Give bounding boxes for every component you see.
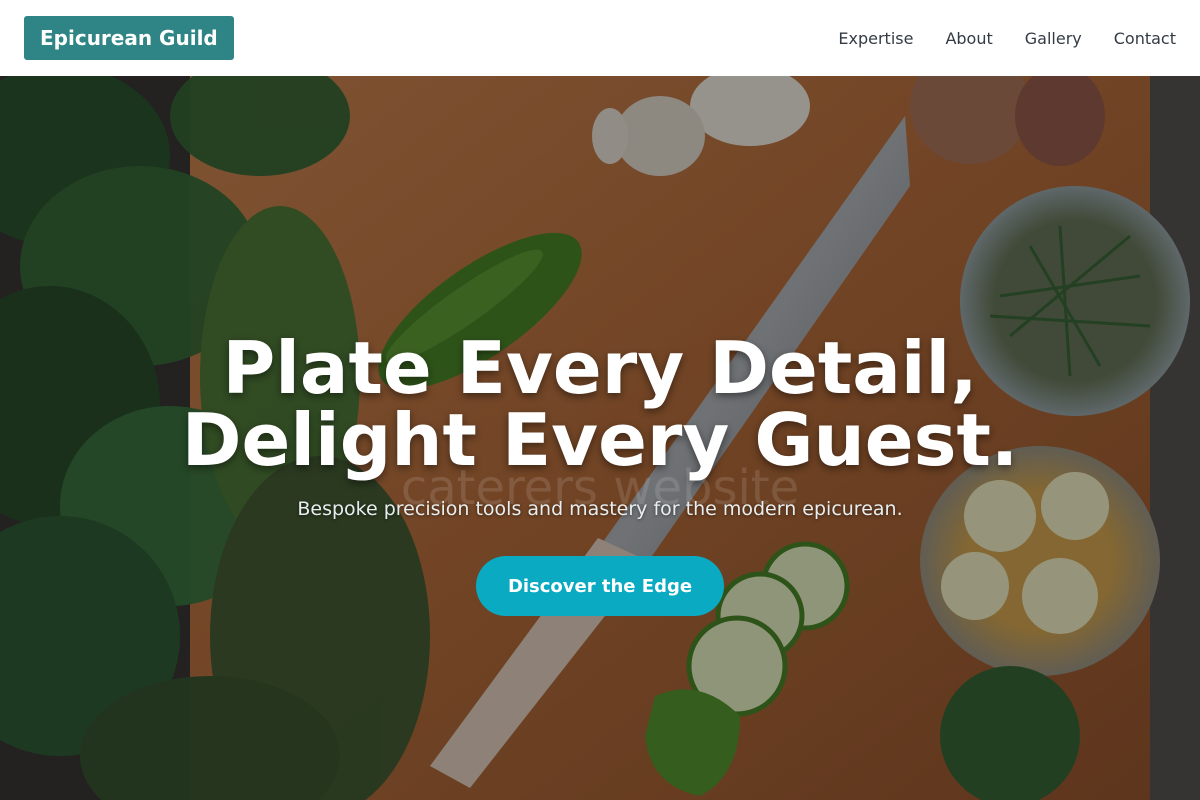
nav-link-gallery[interactable]: Gallery	[1025, 29, 1082, 48]
hero-content: Plate Every Detail, Delight Every Guest.…	[0, 76, 1200, 800]
nav-link-expertise[interactable]: Expertise	[838, 29, 913, 48]
nav-links: Expertise About Gallery Contact	[838, 29, 1176, 48]
hero-headline: Plate Every Detail, Delight Every Guest.	[0, 332, 1200, 476]
discover-button[interactable]: Discover the Edge	[476, 556, 724, 616]
nav-link-about[interactable]: About	[945, 29, 992, 48]
hero-section: Plate Every Detail, Delight Every Guest.…	[0, 76, 1200, 800]
top-navbar: Epicurean Guild Expertise About Gallery …	[0, 0, 1200, 76]
brand-logo[interactable]: Epicurean Guild	[24, 16, 234, 60]
nav-link-contact[interactable]: Contact	[1114, 29, 1176, 48]
hero-subtitle: Bespoke precision tools and mastery for …	[297, 498, 903, 520]
